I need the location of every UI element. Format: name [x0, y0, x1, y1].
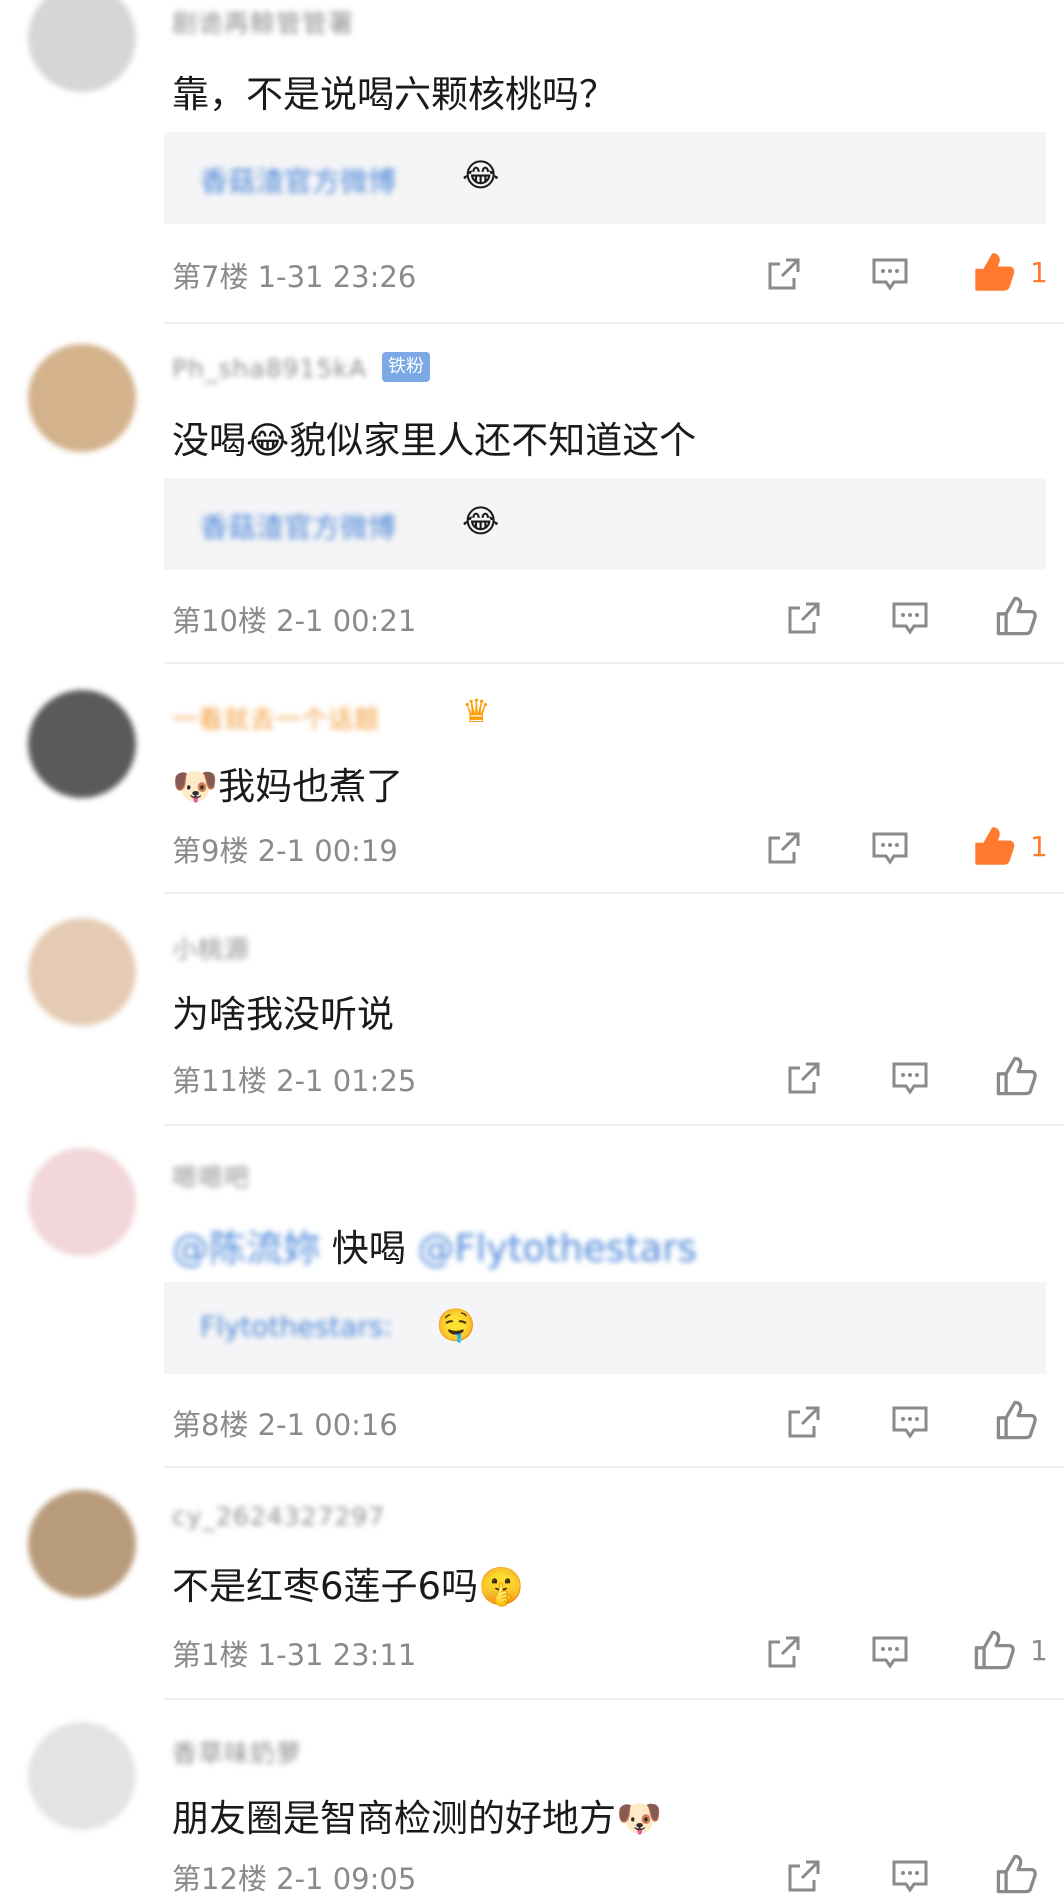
quoted-emoji: 😂 — [462, 502, 500, 540]
floor-label: 第12楼 — [172, 1862, 267, 1896]
comment-text: @陈流妳 快喝 @Flytothestars — [172, 1218, 697, 1272]
mention-link[interactable]: @Flytothestars — [418, 1227, 697, 1270]
quoted-reply[interactable]: Flytothestars: 🤤 — [164, 1282, 1046, 1374]
divider — [164, 1698, 1064, 1700]
comment-text: 为啥我没听说 — [172, 993, 394, 1036]
like-count: 1 — [1030, 256, 1048, 289]
floor-label: 第1楼 — [172, 1638, 249, 1672]
floor-label: 第9楼 — [172, 834, 249, 868]
divider — [164, 1124, 1064, 1126]
avatar[interactable] — [28, 1722, 136, 1830]
timestamp: 2-1 00:21 — [276, 604, 417, 638]
comment-text: 没喝😂貌似家里人还不知道这个 — [172, 419, 697, 462]
floor-label: 第7楼 — [172, 260, 249, 294]
timestamp: 1-31 23:11 — [257, 1638, 417, 1672]
avatar[interactable] — [28, 918, 136, 1026]
avatar[interactable] — [28, 1148, 136, 1256]
username[interactable]: 嗯嗯吧 — [172, 1158, 250, 1194]
thumbs-up-icon[interactable] — [994, 1852, 1038, 1896]
share-square-icon[interactable] — [764, 1632, 804, 1672]
comment-bubble-icon[interactable] — [890, 1856, 930, 1896]
comment-text: 靠，不是说喝六颗核桃吗？ — [172, 73, 616, 116]
share-square-icon[interactable] — [784, 598, 824, 638]
floor-label: 第8楼 — [172, 1408, 249, 1442]
thumbs-up-icon[interactable] — [972, 250, 1016, 294]
timestamp: 2-1 00:19 — [257, 834, 398, 868]
thumbs-up-icon[interactable] — [994, 1398, 1038, 1442]
floor-label: 第11楼 — [172, 1064, 267, 1098]
thumbs-up-icon[interactable] — [972, 1628, 1016, 1672]
comment-bubble-icon[interactable] — [890, 1058, 930, 1098]
share-square-icon[interactable] — [784, 1856, 824, 1896]
comment-text: 朋友圈是智商检测的好地方🐶 — [172, 1797, 663, 1840]
floor-time: 第1楼 1-31 23:11 — [172, 1632, 416, 1674]
thumbs-up-icon[interactable] — [972, 824, 1016, 868]
mention-link[interactable]: @陈流妳 — [172, 1227, 320, 1270]
comment-bubble-icon[interactable] — [890, 598, 930, 638]
username[interactable]: cy_2624327297 — [172, 1502, 385, 1531]
share-square-icon[interactable] — [784, 1058, 824, 1098]
timestamp: 2-1 00:16 — [257, 1408, 398, 1442]
comment-bubble-icon[interactable] — [870, 1632, 910, 1672]
share-square-icon[interactable] — [764, 828, 804, 868]
comment-text: 🐶我妈也煮了 — [172, 765, 404, 808]
share-square-icon[interactable] — [764, 254, 804, 294]
floor-time: 第12楼 2-1 09:05 — [172, 1856, 416, 1898]
avatar[interactable] — [28, 690, 136, 798]
divider — [164, 1466, 1064, 1468]
comment-bubble-icon[interactable] — [890, 1402, 930, 1442]
timestamp: 2-1 09:05 — [276, 1862, 417, 1896]
thumbs-up-icon[interactable] — [994, 594, 1038, 638]
comment-bubble-icon[interactable] — [870, 254, 910, 294]
floor-time: 第8楼 2-1 00:16 — [172, 1402, 398, 1444]
username[interactable]: Ph_sha8915kA — [172, 354, 367, 383]
fan-badge: 铁粉 — [382, 352, 430, 382]
thumbs-up-icon[interactable] — [994, 1054, 1038, 1098]
quoted-user: 香菇渣官方微博 — [200, 165, 397, 198]
floor-label: 第10楼 — [172, 604, 267, 638]
floor-time: 第10楼 2-1 00:21 — [172, 598, 416, 640]
divider — [164, 662, 1064, 664]
username[interactable]: 香草味奶萝 — [172, 1734, 302, 1770]
avatar[interactable] — [28, 0, 136, 92]
comment-text: 不是红枣6莲子6吗🤫 — [172, 1565, 525, 1608]
floor-time: 第9楼 2-1 00:19 — [172, 828, 398, 870]
quoted-user: 香菇渣官方微博 — [200, 511, 397, 544]
username[interactable]: 小桃源 — [172, 930, 250, 966]
username[interactable]: 一看就去一个话题 — [172, 700, 380, 736]
quoted-reply[interactable]: 香菇渣官方微博 😂 — [164, 132, 1046, 224]
like-count: 1 — [1030, 1634, 1048, 1667]
crown-icon: ♛ — [462, 692, 491, 730]
quoted-reply[interactable]: 香菇渣官方微博 😂 — [164, 478, 1046, 570]
quoted-user: Flytothestars: — [200, 1310, 393, 1343]
avatar[interactable] — [28, 1490, 136, 1598]
divider — [164, 892, 1064, 894]
divider — [164, 322, 1064, 324]
floor-time: 第7楼 1-31 23:26 — [172, 254, 416, 296]
avatar[interactable] — [28, 344, 136, 452]
like-count: 1 — [1030, 830, 1048, 863]
share-square-icon[interactable] — [784, 1402, 824, 1442]
username[interactable]: 剧诡再鲸管管署 — [172, 4, 354, 40]
comment-body: 快喝 — [331, 1227, 406, 1270]
timestamp: 2-1 01:25 — [276, 1064, 417, 1098]
comment-bubble-icon[interactable] — [870, 828, 910, 868]
floor-time: 第11楼 2-1 01:25 — [172, 1058, 416, 1100]
quoted-emoji: 😂 — [462, 156, 500, 194]
quoted-emoji: 🤤 — [436, 1306, 476, 1344]
timestamp: 1-31 23:26 — [257, 260, 417, 294]
